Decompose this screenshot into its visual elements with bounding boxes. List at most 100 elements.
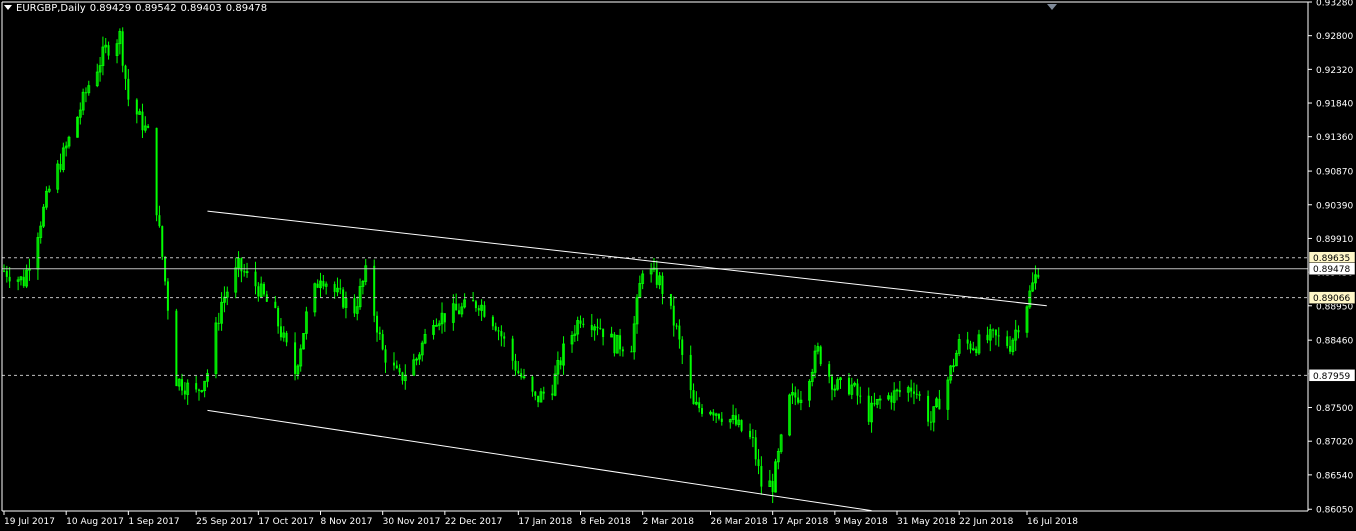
candle [975, 346, 978, 357]
time-tick-label: 25 Sep 2017 [196, 517, 253, 527]
candle [183, 382, 186, 400]
candle [576, 316, 580, 342]
candle [44, 186, 48, 210]
candles-group [3, 27, 1040, 504]
candle-body-down [494, 326, 497, 331]
candle [997, 327, 1000, 347]
candle-body-down [613, 334, 616, 354]
candle-body-down [342, 289, 345, 308]
candle [304, 306, 308, 340]
candle-body-down [22, 276, 25, 287]
candle [873, 392, 876, 407]
candle [19, 275, 23, 286]
candle [324, 281, 328, 295]
candle [1014, 319, 1018, 351]
candle [1028, 285, 1032, 309]
candle [856, 378, 859, 405]
candle [434, 318, 438, 327]
candle [245, 262, 249, 278]
candle-body-down [483, 305, 486, 317]
candle-body-down [166, 281, 169, 311]
candle-body-down [927, 395, 930, 422]
candle-body-down [675, 325, 678, 327]
candle [717, 413, 720, 421]
candle-body-down [59, 164, 62, 170]
candle [610, 326, 613, 338]
candle-body-down [712, 412, 715, 416]
candle-body-down [395, 365, 398, 369]
candle [344, 291, 348, 319]
candle [582, 317, 585, 328]
price-tick-label: 0.89910 [1316, 235, 1353, 245]
candle [101, 36, 105, 76]
candle-body-down [455, 303, 458, 311]
candle-body-down [754, 437, 757, 460]
candle [915, 384, 918, 399]
candle-body-down [155, 127, 158, 216]
candle [596, 318, 599, 336]
candle [206, 369, 209, 388]
candle [794, 386, 797, 406]
candle-body-down [596, 326, 599, 329]
candle-body-down [121, 31, 124, 66]
candle [355, 296, 359, 321]
candle-body-down [3, 270, 5, 272]
candle [692, 383, 695, 405]
candle-body-down [497, 330, 500, 332]
candle [511, 335, 514, 370]
candle-body-down [831, 376, 834, 390]
candle [279, 318, 282, 341]
candle [720, 412, 723, 426]
time-tick-label: 17 Jan 2018 [518, 517, 572, 527]
candle [875, 398, 879, 409]
candle-body-down [124, 65, 127, 79]
candle [8, 267, 11, 289]
candle [319, 272, 322, 298]
candle [776, 448, 780, 470]
candle-body-down [771, 480, 774, 493]
candle-body-down [672, 305, 675, 326]
candle [285, 330, 288, 347]
candle [262, 282, 265, 297]
candle [412, 353, 416, 376]
candle-body-down [491, 316, 494, 327]
candle-body-down [384, 349, 387, 363]
candle-body-down [537, 395, 540, 403]
level-label-text: 0.89066 [1313, 294, 1350, 304]
candle [181, 373, 184, 396]
candle-body-down [898, 389, 901, 393]
candle [520, 368, 523, 380]
candle [197, 388, 200, 401]
candle [398, 364, 401, 376]
candle [95, 63, 99, 88]
candle [361, 279, 365, 295]
candle-body-down [621, 349, 624, 352]
candle [734, 408, 737, 427]
candle [78, 102, 82, 125]
price-tick-label: 0.88460 [1316, 337, 1353, 347]
price-tick-label: 0.90870 [1316, 168, 1353, 178]
candle [115, 39, 119, 64]
candle [791, 383, 794, 405]
candle [698, 397, 701, 413]
candle [590, 313, 593, 338]
candle-body-down [316, 283, 319, 288]
price-chart[interactable]: 0.93280 0.92800 0.92320 0.91840 0.91360 0.908… [0, 0, 1356, 531]
candle [358, 278, 362, 310]
candle [155, 127, 158, 222]
candle-body-down [828, 364, 831, 377]
candle [200, 389, 204, 393]
candle [579, 315, 582, 329]
candle-body-down [531, 376, 534, 392]
candle [799, 391, 803, 411]
candle-body-down [969, 343, 972, 350]
time-tick-label: 10 Aug 2017 [66, 517, 124, 527]
candle-body-down [867, 395, 870, 422]
candle [240, 257, 243, 283]
candle [302, 333, 305, 350]
candle [887, 392, 890, 401]
candle [929, 411, 932, 431]
candle [675, 323, 678, 330]
candle [107, 41, 110, 60]
candle [816, 342, 820, 355]
